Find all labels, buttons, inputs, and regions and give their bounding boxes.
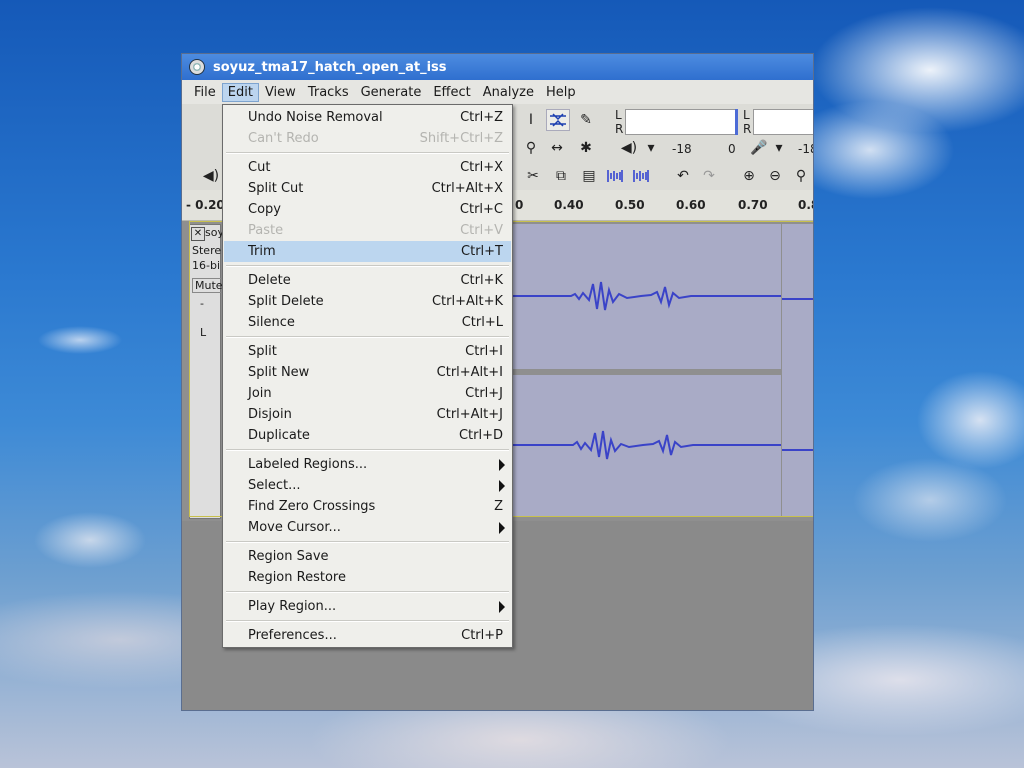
left-speaker-icon: ◀) <box>202 168 220 184</box>
menu-item-split-delete[interactable]: Split Delete Ctrl+Alt+K <box>224 291 511 312</box>
meter-marker <box>735 109 738 135</box>
submenu-arrow-icon <box>499 458 505 471</box>
redo-icon[interactable]: ↷ <box>698 166 720 186</box>
copy-tool-icon[interactable]: ⧉ <box>550 166 572 186</box>
menu-item-paste: Paste Ctrl+V <box>248 223 503 238</box>
menu-item-copy[interactable]: Copy Ctrl+C <box>224 199 511 220</box>
menu-item-silence[interactable]: Silence Ctrl+L <box>224 312 511 333</box>
menu-effect[interactable]: Effect <box>427 83 476 102</box>
menu-item-move-cursor[interactable]: Move Cursor... <box>224 517 511 538</box>
menu-item-region-save[interactable]: Region Save <box>224 546 511 567</box>
menu-separator <box>226 620 509 622</box>
menu-item-delete[interactable]: Delete Ctrl+K <box>224 270 511 291</box>
menu-item-region-restore[interactable]: Region Restore <box>224 567 511 588</box>
multi-tool-icon[interactable]: ✱ <box>575 138 597 158</box>
meter-right-label-2: R <box>743 122 752 136</box>
silence-tool-icon[interactable] <box>630 166 652 186</box>
menu-separator <box>226 591 509 593</box>
ruler-label: 0.40 <box>554 198 584 212</box>
menu-item-labeled-regions[interactable]: Labeled Regions... <box>224 454 511 475</box>
title-bar[interactable]: soyuz_tma17_hatch_open_at_iss <box>182 54 813 80</box>
window-title: soyuz_tma17_hatch_open_at_iss <box>213 59 447 75</box>
track-control-panel[interactable]: ✕ soy Stere 16-bi Mute - L <box>189 224 226 519</box>
menu-separator <box>226 541 509 543</box>
ruler-label: - 0.20 <box>186 198 225 212</box>
menu-file[interactable]: File <box>188 83 222 102</box>
timeshift-tool-icon[interactable]: ↔ <box>546 138 568 158</box>
meter-left-label: L <box>615 108 622 122</box>
track-info-line2: 16-bi <box>192 259 221 272</box>
menu-help[interactable]: Help <box>540 83 582 102</box>
submenu-arrow-icon <box>499 600 505 613</box>
edit-menu-dropdown: Undo Noise Removal Ctrl+Z Can't Redo Shi… <box>222 104 513 648</box>
db-label-a: -18 <box>672 142 692 156</box>
db-label-c: -18 <box>798 142 813 156</box>
menu-tracks[interactable]: Tracks <box>302 83 355 102</box>
menu-item-redo: Can't Redo Shift+Ctrl+Z <box>248 131 503 146</box>
microphone-icon: 🎤 <box>750 140 768 156</box>
menu-generate[interactable]: Generate <box>355 83 428 102</box>
menu-separator <box>226 265 509 267</box>
zoom-in-icon[interactable]: ⊕ <box>738 166 760 186</box>
waveform-channel-right[interactable] <box>511 375 781 517</box>
menu-item-cut[interactable]: Cut Ctrl+X <box>224 157 511 178</box>
app-icon[interactable] <box>189 59 205 75</box>
ruler-label: 0.50 <box>615 198 645 212</box>
menu-separator <box>226 152 509 154</box>
mute-button[interactable]: Mute <box>192 278 226 293</box>
ruler-label: 0.8 <box>798 198 813 212</box>
record-meter-dropdown-icon[interactable]: ▾ <box>768 138 790 158</box>
playback-meter-dropdown-icon[interactable]: ▾ <box>640 138 662 158</box>
selection-tool-icon[interactable]: I <box>520 110 542 130</box>
record-meter[interactable] <box>753 109 813 135</box>
menu-item-trim[interactable]: Trim Ctrl+T <box>224 241 511 262</box>
zoom-tool-icon[interactable]: ⚲ <box>520 138 542 158</box>
menu-item-disjoin[interactable]: Disjoin Ctrl+Alt+J <box>224 404 511 425</box>
menu-item-split-new[interactable]: Split New Ctrl+Alt+I <box>224 362 511 383</box>
submenu-arrow-icon <box>499 521 505 534</box>
speaker-icon: ◀) <box>620 140 638 156</box>
zoom-out-icon[interactable]: ⊖ <box>764 166 786 186</box>
playback-meter[interactable] <box>625 109 737 135</box>
db-label-b: 0 <box>728 142 736 156</box>
waveform-channel-left[interactable] <box>511 224 781 369</box>
track-info-line1: Stere <box>192 244 222 257</box>
menu-item-split[interactable]: Split Ctrl+I <box>224 341 511 362</box>
menu-item-join[interactable]: Join Ctrl+J <box>224 383 511 404</box>
menu-item-split-cut[interactable]: Split Cut Ctrl+Alt+X <box>224 178 511 199</box>
menu-bar: File Edit View Tracks Generate Effect An… <box>182 80 813 105</box>
menu-analyze[interactable]: Analyze <box>477 83 540 102</box>
ruler-label: 0 <box>515 198 524 212</box>
ruler-label: 0.60 <box>676 198 706 212</box>
meter-left-label-2: L <box>743 108 750 122</box>
ruler-label: 0.70 <box>738 198 768 212</box>
meter-right-label: R <box>615 122 624 136</box>
menu-item-select[interactable]: Select... <box>224 475 511 496</box>
submenu-arrow-icon <box>499 479 505 492</box>
menu-item-duplicate[interactable]: Duplicate Ctrl+D <box>224 425 511 446</box>
menu-edit[interactable]: Edit <box>221 82 259 102</box>
draw-tool-icon[interactable]: ✎ <box>575 110 597 130</box>
envelope-tool-icon[interactable] <box>546 109 570 131</box>
menu-item-play-region[interactable]: Play Region... <box>224 596 511 617</box>
paste-tool-icon[interactable]: ▤ <box>578 166 600 186</box>
menu-separator <box>226 449 509 451</box>
pan-slider[interactable]: L <box>200 326 206 339</box>
menu-view[interactable]: View <box>259 83 302 102</box>
cut-tool-icon[interactable]: ✂ <box>522 166 544 186</box>
menu-separator <box>226 336 509 338</box>
fit-selection-icon[interactable]: ⚲ <box>790 166 812 186</box>
waveform-channel-right-ext <box>782 224 813 517</box>
menu-item-preferences[interactable]: Preferences... Ctrl+P <box>224 625 511 646</box>
track-close-button[interactable]: ✕ <box>191 227 205 241</box>
gain-slider[interactable]: - <box>200 297 204 310</box>
menu-item-find-zero-crossings[interactable]: Find Zero Crossings Z <box>224 496 511 517</box>
menu-item-undo[interactable]: Undo Noise Removal Ctrl+Z <box>224 107 511 128</box>
trim-tool-icon[interactable] <box>604 166 626 186</box>
undo-icon[interactable]: ↶ <box>672 166 694 186</box>
